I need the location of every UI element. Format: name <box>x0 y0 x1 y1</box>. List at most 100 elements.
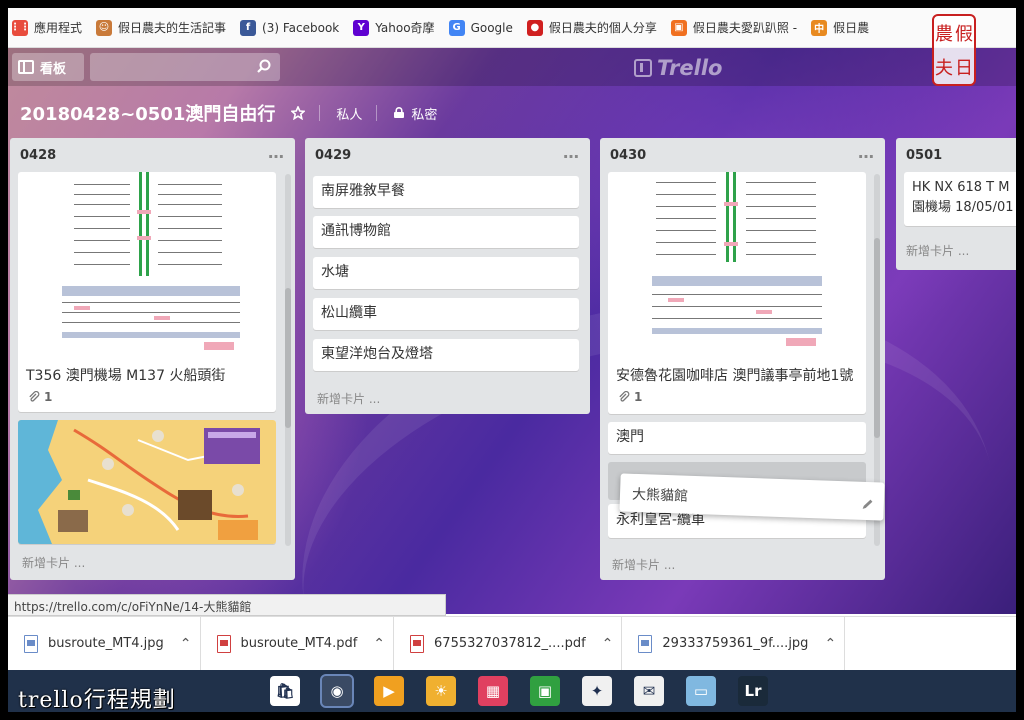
divider <box>319 105 321 121</box>
bookmark-item[interactable]: Y Yahoo奇摩 <box>353 19 435 36</box>
list-header[interactable]: 0429 … <box>305 138 590 172</box>
bookmark-label: Google <box>470 20 513 35</box>
list-item[interactable]: 東望洋炮台及燈塔 <box>313 339 579 371</box>
download-item[interactable]: busroute_MT4.pdf ⌃ <box>201 616 395 671</box>
image-file-icon <box>638 634 653 653</box>
team-visibility-button[interactable]: 私人 <box>336 104 362 123</box>
chevron-up-icon[interactable]: ⌃ <box>824 636 836 652</box>
list-title: 0430 <box>610 147 647 163</box>
download-item[interactable]: busroute_MT4.jpg ⌃ <box>8 616 201 671</box>
attachment-count: 1 <box>44 390 53 404</box>
paint-icon[interactable]: ✦ <box>582 676 612 706</box>
list-title: 0428 <box>20 147 57 163</box>
add-card-link[interactable]: 新增卡片 ... <box>612 556 675 573</box>
card-line: HK NX 618 T M <box>912 180 1010 195</box>
bookmark-item[interactable]: G Google <box>448 19 513 36</box>
add-card-link[interactable]: 新增卡片 ... <box>22 554 85 571</box>
card-title: 大熊貓館 <box>631 486 689 505</box>
list-title: 0429 <box>315 147 352 163</box>
weather-icon[interactable]: ☀ <box>426 676 456 706</box>
store-icon[interactable]: 🛍 <box>270 676 300 706</box>
download-filename: busroute_MT4.pdf <box>240 636 358 651</box>
download-filename: busroute_MT4.jpg <box>48 636 164 651</box>
star-button[interactable] <box>291 106 306 120</box>
privacy-button[interactable]: 私密 <box>393 104 437 123</box>
trello-logo-icon <box>634 59 652 77</box>
download-item[interactable]: 29333759361_9f....jpg ⌃ <box>622 616 846 671</box>
card-cafe[interactable]: 安德魯花園咖啡店 澳門議事亭前地1號 1 <box>608 172 866 414</box>
logo-text: Trello <box>657 56 723 80</box>
browser-window: ⋮⋮ 應用程式 ☺ 假日農夫的生活記事 f (3) Facebook Y Yahoo奇摩 G Go… <box>8 8 1016 712</box>
download-filename: 29333759361_9f....jpg <box>662 636 809 651</box>
list-0428: 0428 … T356 澳門機場 M137 火船頭街 1 新增卡片 ... <box>10 138 295 580</box>
bookmark-label: (3) Facebook <box>262 20 340 35</box>
bookmark-item[interactable]: ⋮⋮ 應用程式 <box>10 19 82 36</box>
card-line: 園機場 18/05/01 <box>912 200 1014 215</box>
status-url: https://trello.com/c/oFiYnNe/14-大熊貓館 <box>8 594 446 616</box>
card-bus-route[interactable]: T356 澳門機場 M137 火船頭街 1 <box>18 172 276 412</box>
pdf-file-icon <box>410 634 425 653</box>
search-input[interactable] <box>90 53 280 81</box>
download-item[interactable]: 6755327037812_....pdf ⌃ <box>394 616 623 671</box>
board-title[interactable]: 20180428~0501澳門自由行 <box>8 100 275 126</box>
media-player-icon[interactable]: ▶ <box>374 676 404 706</box>
list-item[interactable]: 南屏雅敘早餐 <box>313 176 579 208</box>
card-title: 通訊博物館 <box>321 223 391 239</box>
boards-button[interactable]: 看板 <box>12 53 84 81</box>
list-menu-icon[interactable]: … <box>268 143 285 162</box>
bookmark-item[interactable]: ☺ 假日農夫的生活記事 <box>96 19 226 36</box>
add-card-link[interactable]: 新增卡片 ... <box>906 242 969 259</box>
card-title: T356 澳門機場 M137 火船頭街 <box>26 368 226 384</box>
mail-icon[interactable]: ✉ <box>634 676 664 706</box>
scrollbar-thumb[interactable] <box>285 288 291 428</box>
card-title: 松山纜車 <box>321 305 377 321</box>
search-icon[interactable] <box>257 59 271 73</box>
list-item[interactable]: 水塘 <box>313 257 579 289</box>
board-header: 20180428~0501澳門自由行 私人 私密 <box>8 94 437 132</box>
divider <box>376 105 378 121</box>
list-item[interactable]: 澳門 <box>608 422 866 454</box>
chevron-up-icon[interactable]: ⌃ <box>180 636 192 652</box>
list-item[interactable]: 松山纜車 <box>313 298 579 330</box>
card-title: 東望洋炮台及燈塔 <box>321 346 433 362</box>
card-title: 水塘 <box>321 264 349 280</box>
image-viewer-icon[interactable]: ▣ <box>530 676 560 706</box>
image-file-icon <box>24 634 38 653</box>
photo-icon[interactable]: ▦ <box>478 676 508 706</box>
list-item[interactable]: HK NX 618 T M 園機場 18/05/01 <box>904 172 1016 226</box>
chrome-icon[interactable]: ◉ <box>320 674 354 708</box>
google-icon: G <box>448 19 465 36</box>
bookmark-label: 假日農夫愛趴趴照 - <box>692 21 798 35</box>
list-header[interactable]: 0428 … <box>10 138 295 172</box>
add-card-link[interactable]: 新增卡片 ... <box>317 390 380 407</box>
list-menu-icon[interactable]: … <box>563 143 580 162</box>
card-title: 安德魯花園咖啡店 澳門議事亭前地1號 <box>616 368 854 384</box>
stamp-char: 日 <box>955 58 973 79</box>
card-map-image[interactable] <box>18 420 276 544</box>
chevron-up-icon[interactable]: ⌃ <box>602 636 614 652</box>
boards-icon <box>18 60 34 74</box>
attachment-badge: 1 <box>18 390 62 412</box>
chevron-up-icon[interactable]: ⌃ <box>373 636 385 652</box>
list-item[interactable]: 通訊博物館 <box>313 216 579 248</box>
trello-logo[interactable]: Trello <box>634 56 722 80</box>
list-header[interactable]: 0501 <box>896 138 1016 172</box>
scrollbar-thumb[interactable] <box>874 238 880 438</box>
apps-grid-icon: ⋮⋮ <box>10 19 30 36</box>
notes-icon[interactable]: ▭ <box>686 676 716 706</box>
lock-icon <box>394 107 405 118</box>
download-filename: 6755327037812_....pdf <box>434 636 586 651</box>
list-menu-icon[interactable]: … <box>858 143 875 162</box>
attachment-count: 1 <box>634 390 643 404</box>
bookmark-item[interactable]: ● 假日農夫的個人分享 <box>526 19 657 36</box>
lightroom-icon[interactable]: Lr <box>738 676 768 706</box>
stamp-char: 假 <box>955 24 973 45</box>
bookmarks-bar: ⋮⋮ 應用程式 ☺ 假日農夫的生活記事 f (3) Facebook Y Yahoo奇摩 G Go… <box>8 8 1016 48</box>
pencil-icon[interactable] <box>862 498 874 510</box>
star-icon <box>291 106 306 120</box>
bookmark-item[interactable]: 中假日農 <box>811 19 869 36</box>
bookmark-item[interactable]: f (3) Facebook <box>240 19 340 36</box>
paperclip-icon <box>619 391 630 402</box>
bookmark-item[interactable]: ▣ 假日農夫愛趴趴照 - <box>670 19 798 36</box>
list-header[interactable]: 0430 … <box>600 138 885 172</box>
